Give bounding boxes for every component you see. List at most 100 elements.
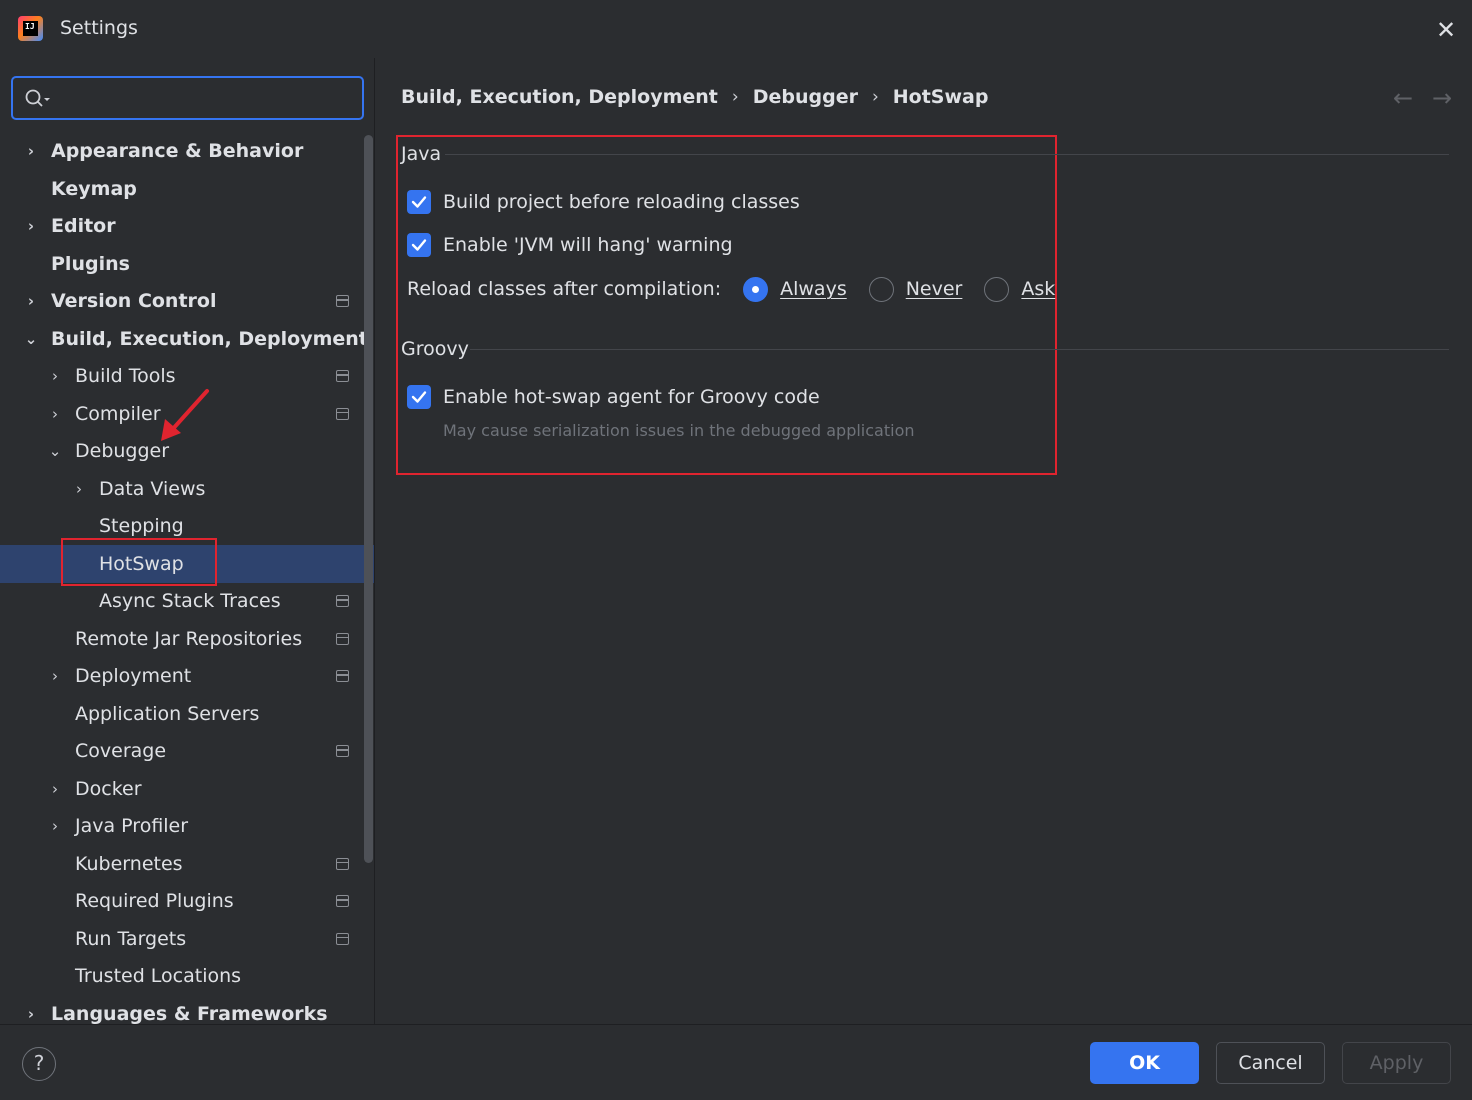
sidebar-item-keymap[interactable]: Keymap bbox=[0, 170, 375, 208]
project-level-icon bbox=[336, 632, 349, 645]
groovy-hotswap-agent-checkbox[interactable]: Enable hot-swap agent for Groovy code bbox=[407, 382, 820, 412]
sidebar-item-docker[interactable]: › Docker bbox=[0, 770, 375, 808]
chevron-right-icon[interactable]: › bbox=[22, 132, 40, 170]
java-group-title: Java bbox=[401, 143, 442, 165]
radio-always[interactable]: Always bbox=[743, 276, 847, 302]
chevron-down-icon[interactable]: ⌄ bbox=[22, 320, 40, 358]
sidebar-item-application-servers[interactable]: Application Servers bbox=[0, 695, 375, 733]
sidebar-item-async-stack-traces[interactable]: Async Stack Traces bbox=[0, 582, 375, 620]
radio-never[interactable]: Never bbox=[868, 276, 963, 302]
sidebar-item-label: Editor bbox=[51, 215, 116, 237]
reload-classes-label: Reload classes after compilation: bbox=[407, 278, 722, 300]
breadcrumb-build-execution-deployment[interactable]: Build, Execution, Deployment bbox=[401, 86, 718, 108]
apply-button[interactable]: Apply bbox=[1342, 1042, 1451, 1084]
java-group-divider bbox=[445, 154, 1449, 155]
sidebar-item-label: Required Plugins bbox=[75, 890, 234, 912]
sidebar-item-label: Plugins bbox=[51, 252, 130, 275]
sidebar-divider bbox=[374, 58, 375, 1025]
breadcrumb: Build, Execution, Deployment › Debugger … bbox=[401, 82, 988, 112]
sidebar-item-label: Coverage bbox=[75, 740, 167, 762]
search-icon bbox=[25, 89, 50, 107]
checkbox-checked-icon[interactable] bbox=[407, 385, 431, 409]
breadcrumb-separator: › bbox=[731, 87, 739, 107]
sidebar-item-remote-jar-repositories[interactable]: Remote Jar Repositories bbox=[0, 620, 375, 658]
chevron-right-icon[interactable]: › bbox=[46, 657, 64, 695]
project-level-icon bbox=[336, 745, 349, 757]
radio-unselected-icon[interactable] bbox=[868, 276, 894, 302]
chevron-right-icon[interactable]: › bbox=[22, 207, 40, 245]
sidebar-item-label: Application Servers bbox=[75, 702, 260, 725]
sidebar-item-java-profiler[interactable]: › Java Profiler bbox=[0, 807, 375, 845]
project-level-icon bbox=[336, 595, 349, 607]
sidebar-item-label: Trusted Locations bbox=[75, 965, 242, 987]
intellij-logo-icon: IJ bbox=[18, 16, 43, 41]
radio-always-label: Always bbox=[780, 278, 847, 300]
help-icon[interactable]: ? bbox=[22, 1047, 56, 1081]
sidebar-item-data-views[interactable]: › Data Views bbox=[0, 470, 375, 508]
sidebar-item-run-targets[interactable]: Run Targets bbox=[0, 920, 375, 958]
chevron-right-icon[interactable]: › bbox=[22, 282, 40, 320]
title-bar: IJ Settings ✕ bbox=[0, 0, 1472, 58]
groovy-group-divider bbox=[470, 349, 1449, 350]
jvm-hang-warning-label: Enable 'JVM will hang' warning bbox=[443, 234, 733, 256]
radio-unselected-icon[interactable] bbox=[984, 276, 1010, 302]
sidebar-item-editor[interactable]: › Editor bbox=[0, 207, 375, 245]
groovy-group-title: Groovy bbox=[401, 338, 469, 360]
project-level-icon bbox=[336, 295, 349, 307]
jvm-hang-warning-checkbox[interactable]: Enable 'JVM will hang' warning bbox=[407, 230, 733, 260]
project-level-icon bbox=[336, 407, 349, 420]
sidebar-item-label: Keymap bbox=[51, 177, 137, 200]
project-level-icon bbox=[336, 370, 349, 382]
sidebar-item-label: Remote Jar Repositories bbox=[75, 627, 303, 650]
back-arrow-icon[interactable]: ← bbox=[1393, 84, 1413, 112]
chevron-right-icon[interactable]: › bbox=[46, 770, 64, 808]
sidebar-item-version-control[interactable]: › Version Control bbox=[0, 282, 375, 320]
sidebar-item-label: Languages & Frameworks bbox=[51, 1002, 328, 1025]
highlight-hotswap-annotation bbox=[61, 538, 217, 586]
footer-divider bbox=[0, 1024, 1472, 1025]
groovy-hint-text: May cause serialization issues in the de… bbox=[443, 421, 915, 440]
sidebar-item-label: Version Control bbox=[51, 290, 217, 312]
chevron-right-icon[interactable]: › bbox=[22, 995, 40, 1033]
radio-ask[interactable]: Ask bbox=[984, 276, 1056, 302]
breadcrumb-separator: › bbox=[871, 87, 879, 107]
radio-selected-icon[interactable] bbox=[743, 276, 769, 302]
chevron-right-icon[interactable]: › bbox=[46, 395, 64, 433]
sidebar-item-label: Deployment bbox=[75, 665, 192, 687]
search-field[interactable] bbox=[11, 76, 364, 120]
sidebar-item-label: Docker bbox=[75, 777, 142, 800]
sidebar-item-languages-frameworks[interactable]: › Languages & Frameworks bbox=[0, 995, 375, 1033]
sidebar-item-label: Appearance & Behavior bbox=[51, 140, 304, 162]
sidebar-item-label: Compiler bbox=[75, 402, 161, 425]
window-title: Settings bbox=[60, 17, 138, 39]
sidebar-item-coverage[interactable]: Coverage bbox=[0, 732, 375, 770]
sidebar-item-required-plugins[interactable]: Required Plugins bbox=[0, 882, 375, 920]
build-before-reload-checkbox[interactable]: Build project before reloading classes bbox=[407, 187, 800, 217]
sidebar-item-appearance-behavior[interactable]: › Appearance & Behavior bbox=[0, 132, 375, 170]
groovy-hotswap-agent-label: Enable hot-swap agent for Groovy code bbox=[443, 386, 820, 408]
close-icon[interactable]: ✕ bbox=[1430, 14, 1462, 46]
forward-arrow-icon[interactable]: → bbox=[1432, 84, 1452, 112]
breadcrumb-debugger[interactable]: Debugger bbox=[753, 86, 858, 108]
radio-never-label: Never bbox=[905, 278, 963, 300]
sidebar-item-plugins[interactable]: Plugins bbox=[0, 245, 375, 283]
chevron-right-icon[interactable]: › bbox=[46, 357, 64, 395]
cancel-button[interactable]: Cancel bbox=[1216, 1042, 1325, 1084]
sidebar-item-kubernetes[interactable]: Kubernetes bbox=[0, 845, 375, 883]
sidebar-item-label: Data Views bbox=[99, 477, 206, 500]
chevron-right-icon[interactable]: › bbox=[70, 470, 88, 508]
checkbox-checked-icon[interactable] bbox=[407, 190, 431, 214]
sidebar-item-label: Build, Execution, Deployment bbox=[51, 327, 368, 350]
chevron-down-icon[interactable]: ⌄ bbox=[46, 432, 64, 470]
sidebar-scrollbar[interactable] bbox=[364, 135, 373, 863]
radio-ask-label: Ask bbox=[1021, 278, 1056, 300]
chevron-right-icon[interactable]: › bbox=[46, 807, 64, 845]
checkbox-checked-icon[interactable] bbox=[407, 233, 431, 257]
search-input[interactable] bbox=[61, 84, 351, 112]
sidebar-item-label: Java Profiler bbox=[75, 815, 189, 837]
sidebar-item-deployment[interactable]: › Deployment bbox=[0, 657, 375, 695]
sidebar-item-build-execution-deployment[interactable]: ⌄ Build, Execution, Deployment bbox=[0, 320, 375, 358]
ok-button[interactable]: OK bbox=[1090, 1042, 1199, 1084]
build-before-reload-label: Build project before reloading classes bbox=[443, 191, 800, 213]
sidebar-item-trusted-locations[interactable]: Trusted Locations bbox=[0, 957, 375, 995]
